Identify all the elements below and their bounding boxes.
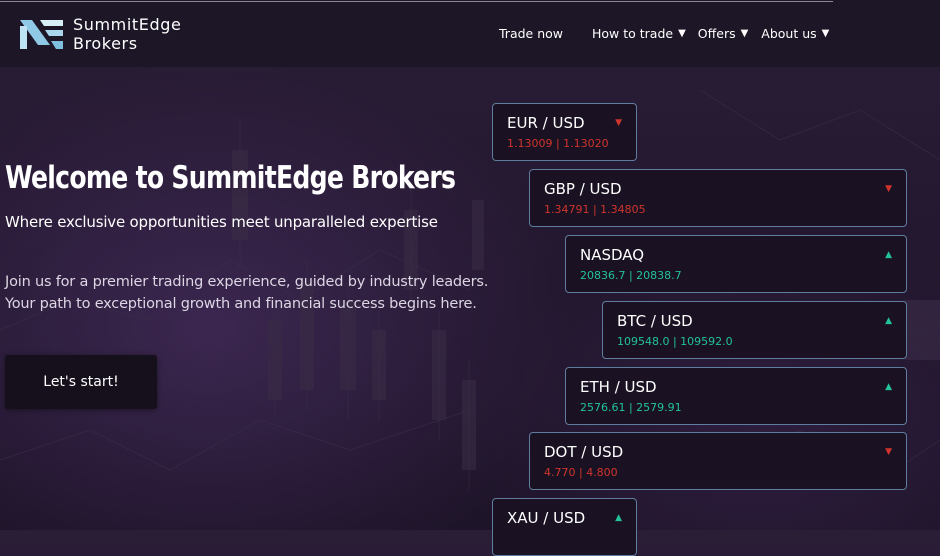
summitedge-logo-icon	[20, 19, 63, 49]
nav-offers-label: Offers	[697, 26, 736, 41]
ticker-pair: EUR / USD	[507, 114, 585, 132]
ticker-pair: GBP / USD	[544, 180, 622, 198]
brand-logo[interactable]: SummitEdge Brokers	[18, 15, 181, 53]
hero-subtitle: Where exclusive opportunities meet unpar…	[5, 213, 438, 231]
ticker-card-gbp-usd[interactable]: GBP / USD 1.34791 | 1.34805 ▼	[529, 169, 907, 227]
main-nav: Trade now How to trade ▼ Offers ▼ About …	[499, 26, 829, 41]
trend-down-icon: ▼	[885, 447, 892, 457]
trend-down-icon: ▼	[885, 184, 892, 194]
trend-down-icon: ▼	[615, 118, 622, 128]
nav-about-us[interactable]: About us ▼	[761, 26, 829, 41]
lets-start-button[interactable]: Let's start!	[5, 355, 157, 409]
trend-up-icon: ▲	[615, 513, 622, 523]
brand-name-line2: Brokers	[73, 34, 138, 53]
ticker-card-xau-usd[interactable]: XAU / USD ▲	[492, 498, 637, 556]
ticker-card-dot-usd[interactable]: DOT / USD 4.770 | 4.800 ▼	[529, 432, 907, 490]
brand-name-line1: SummitEdge	[73, 15, 182, 34]
nav-trade-now[interactable]: Trade now	[499, 26, 563, 41]
ticker-card-eth-usd[interactable]: ETH / USD 2576.61 | 2579.91 ▲	[565, 367, 907, 425]
caret-down-icon: ▼	[740, 28, 749, 39]
top-navbar: SummitEdge Brokers Trade now How to trad…	[0, 0, 940, 67]
hero-description: Join us for a premier trading experience…	[5, 271, 488, 315]
hero-description-line-1: Join us for a premier trading experience…	[5, 274, 489, 290]
ticker-pair: NASDAQ	[580, 246, 645, 264]
ticker-quote: 1.13009 | 1.13020	[507, 137, 609, 150]
ticker-pair: BTC / USD	[617, 312, 693, 330]
nav-how-to-trade-label: How to trade	[592, 26, 674, 41]
trend-up-icon: ▲	[885, 250, 892, 260]
nav-about-us-label: About us	[761, 26, 817, 41]
nav-trade-now-label: Trade now	[499, 26, 563, 41]
trend-up-icon: ▲	[885, 382, 892, 392]
ticker-pair: ETH / USD	[580, 378, 657, 396]
ticker-pair: DOT / USD	[544, 443, 624, 461]
nav-how-to-trade[interactable]: How to trade ▼	[592, 26, 686, 41]
ticker-quote: 1.34791 | 1.34805	[544, 203, 646, 216]
ticker-pair: XAU / USD	[507, 509, 586, 527]
header-divider	[0, 1, 833, 2]
ticker-quote: 4.770 | 4.800	[544, 466, 618, 479]
ticker-card-btc-usd[interactable]: BTC / USD 109548.0 | 109592.0 ▲	[602, 301, 907, 359]
nav-offers[interactable]: Offers ▼	[698, 26, 749, 41]
ticker-card-eur-usd[interactable]: EUR / USD 1.13009 | 1.13020 ▼	[492, 103, 637, 161]
ticker-quote: 109548.0 | 109592.0	[617, 335, 733, 348]
caret-down-icon: ▼	[678, 28, 686, 39]
ticker-card-nasdaq[interactable]: NASDAQ 20836.7 | 20838.7 ▲	[565, 235, 907, 293]
hero-description-line-2: Your path to exceptional growth and fina…	[5, 296, 477, 312]
caret-down-icon: ▼	[821, 28, 830, 39]
hero-title: Welcome to SummitEdge Brokers	[5, 160, 456, 196]
trend-up-icon: ▲	[885, 316, 892, 326]
ticker-quote: 2576.61 | 2579.91	[580, 401, 682, 414]
ticker-quote: 20836.7 | 20838.7	[580, 269, 682, 282]
